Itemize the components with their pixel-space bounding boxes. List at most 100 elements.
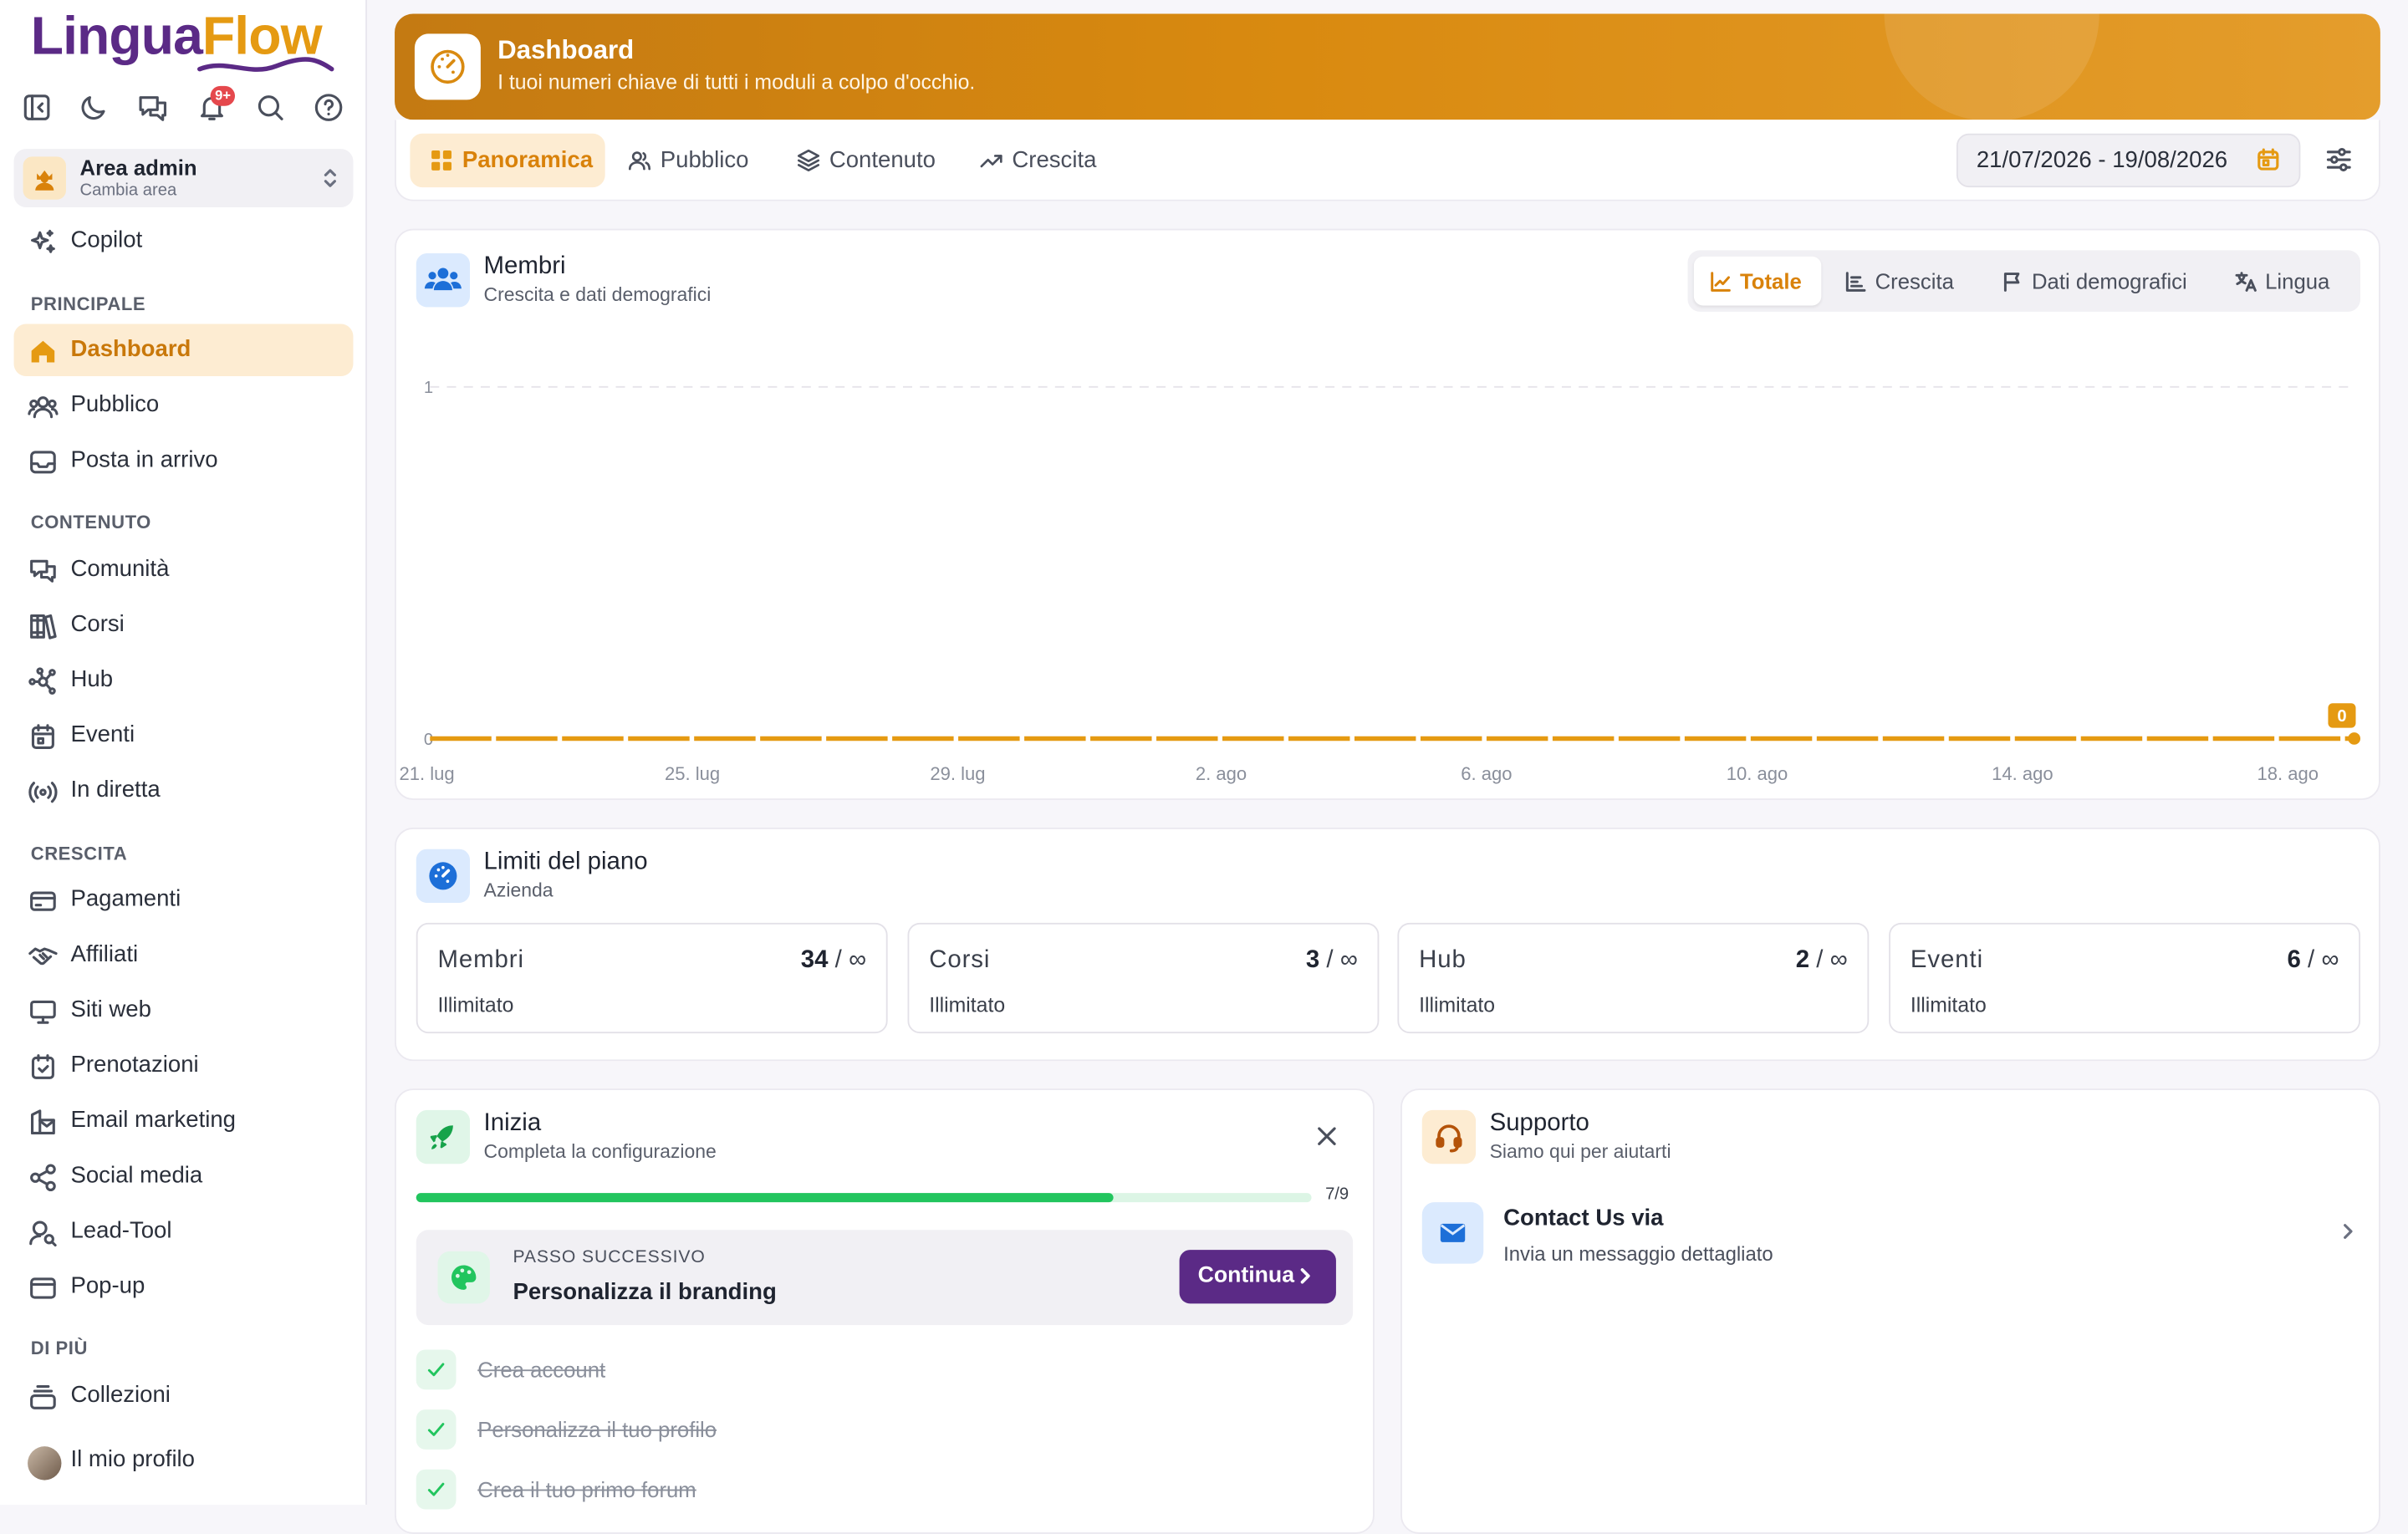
help-icon[interactable] [314,92,347,125]
tab-pubblico[interactable]: Pubblico [608,134,768,187]
date-range-picker[interactable]: 21/07/2026 - 19/08/2026 [1956,133,2301,188]
nav-in-diretta[interactable]: In diretta [14,765,354,817]
nav-prenotazioni[interactable]: Prenotazioni [14,1039,354,1091]
tab-contenuto[interactable]: Contenuto [777,134,951,187]
avatar [28,1446,62,1480]
x-tick-label: 21. lug [400,763,455,784]
x-tick-label: 18. ago [2258,763,2319,784]
nav-social-media[interactable]: Social media [14,1150,354,1202]
members-view-switcher: Totale Crescita Dati demografici Lingua [1687,250,2361,312]
area-title: Area admin [79,155,197,180]
user-search-icon [28,1218,59,1249]
checklist-item-done[interactable]: Personalizza il tuo profilo [477,1417,717,1441]
mail-icon [1421,1202,1484,1264]
next-step-kicker: PASSO SUCCESSIVO [513,1248,706,1267]
nav-hub[interactable]: Hub [14,654,354,706]
community-chat-icon [28,556,59,587]
books-icon [28,611,59,642]
check-icon [416,1409,457,1450]
limit-card-corsi: Corsi 3 / ∞ Illimitato [907,922,1380,1034]
mail-building-icon [28,1107,59,1138]
users-group-icon [416,253,471,308]
tab-panoramica[interactable]: Panoramica [410,133,605,188]
close-icon[interactable] [1314,1124,1339,1148]
getting-started-card: Inizia Completa la configurazione 7/9 PA… [395,1088,1375,1534]
area-switcher[interactable]: Area admin Cambia area [13,149,354,207]
chat-icon[interactable] [136,92,170,125]
nav-il-mio-profilo[interactable]: Il mio profilo [14,1434,354,1486]
segment-lingua[interactable]: Lingua [2219,257,2354,306]
section-di-piu: DI PIÙ [30,1337,88,1359]
translate-icon [2234,270,2258,293]
chevron-up-down-icon [319,166,341,190]
nav-eventi[interactable]: Eventi [14,710,354,762]
nav-collezioni[interactable]: Collezioni [14,1369,354,1421]
limit-card-eventi: Eventi 6 / ∞ Illimitato [1889,922,2361,1034]
nav-siti-web[interactable]: Siti web [14,984,354,1036]
continue-button[interactable]: Continua [1179,1250,1336,1304]
moon-icon[interactable] [79,92,112,125]
dashboard-gauge-icon [416,849,471,903]
sidebar: LinguaFlow 9+ Area admin Cambia area Cop… [0,0,367,1505]
layers-icon [795,147,821,173]
dashboard-tabs-bar: Panoramica Pubblico Contenuto Crescita 2… [395,120,2380,201]
chevron-right-icon [2337,1221,2359,1242]
nav-email-marketing[interactable]: Email marketing [14,1095,354,1147]
inbox-icon [28,446,59,477]
section-contenuto: CONTENUTO [30,511,151,533]
page-title: Dashboard [497,35,635,65]
headset-icon [1421,1109,1477,1165]
segment-crescita[interactable]: Crescita [1829,257,1971,306]
data-point [2348,732,2361,745]
segment-totale[interactable]: Totale [1693,256,1822,306]
plan-limits-card: Limiti del piano Azienda Membri 34 / ∞ I… [395,827,2380,1062]
members-chart: 01021. lug 25. lug 29. lug 2. ago 6. ago 10. … [400,379,2361,784]
members-title: Membri [483,253,566,280]
setup-progress-label: 7/9 [1325,1185,1349,1204]
crown-avatar-icon [23,156,66,200]
handshake-icon [28,941,59,972]
decorative-circle [1884,13,2099,120]
tab-crescita[interactable]: Crescita [960,134,1120,187]
check-icon [416,1349,457,1390]
checklist-item-done[interactable]: Crea account [477,1358,605,1382]
logo-swoosh-icon [197,57,334,72]
nav-lead-tool[interactable]: Lead-Tool [14,1205,354,1257]
nav-comunita[interactable]: Comunità [14,543,354,595]
nav-corsi[interactable]: Corsi [14,599,354,650]
nav-copilot[interactable]: Copilot [14,215,354,267]
contact-us-link[interactable]: Contact Us via Invia un messaggio dettag… [1421,1200,2359,1287]
palette-icon [437,1251,490,1304]
x-tick-label: 14. ago [1992,763,2053,784]
calendar-icon [2256,147,2280,171]
x-tick-label: 2. ago [1196,763,1247,784]
users-icon [28,391,59,422]
filter-settings-icon[interactable] [2325,145,2353,173]
setup-progress-bar [416,1193,1312,1203]
nav-dashboard[interactable]: Dashboard [13,324,354,376]
chevron-right-icon [1300,1268,1310,1284]
contact-subtitle: Invia un messaggio dettagliato [1503,1241,1773,1266]
monitor-icon [28,996,59,1027]
nav-pubblico[interactable]: Pubblico [14,380,354,431]
plan-limits-title: Limiti del piano [483,849,648,875]
network-icon [28,666,59,697]
segment-dati-demografici[interactable]: Dati demografici [1986,257,2204,306]
nav-posta-in-arrivo[interactable]: Posta in arrivo [14,435,354,487]
calendar-icon [28,721,59,752]
search-icon[interactable] [255,92,288,125]
contact-title: Contact Us via [1503,1205,1664,1232]
nav-affiliati[interactable]: Affiliati [14,929,354,981]
last-value-label: 0 [2337,707,2346,726]
x-tick-label: 10. ago [1727,763,1788,784]
nav-pagamenti[interactable]: Pagamenti [14,874,354,925]
y-tick-label: 1 [424,379,433,397]
sparkles-icon [28,227,59,258]
collapse-sidebar-icon[interactable] [22,92,55,125]
x-tick-label: 6. ago [1461,763,1512,784]
grid-icon [428,147,454,173]
collection-icon [28,1382,59,1413]
checklist-item-done[interactable]: Crea il tuo primo forum [477,1477,696,1501]
nav-pop-up[interactable]: Pop-up [14,1261,354,1312]
date-range-value: 21/07/2026 - 19/08/2026 [1976,147,2228,174]
